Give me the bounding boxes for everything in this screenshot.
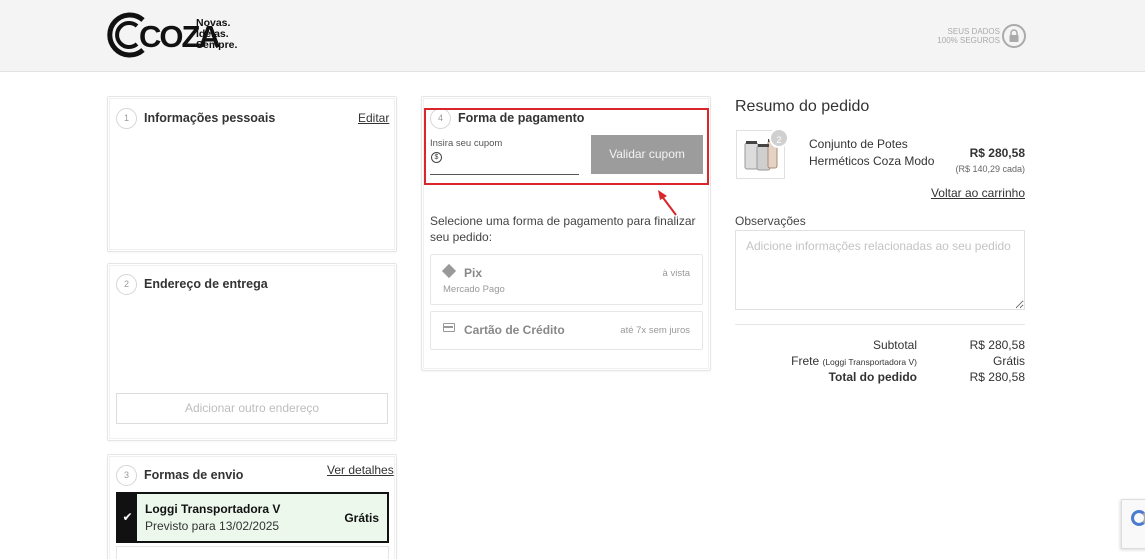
personal-info-title: Informações pessoais — [144, 111, 276, 125]
pix-icon — [441, 263, 457, 279]
payment-option-name: Pix — [464, 266, 483, 280]
lock-icon — [1002, 24, 1026, 48]
step-number-2: 2 — [116, 274, 137, 295]
payment-option-provider: Mercado Pago — [443, 284, 505, 295]
payment-option-credit-card[interactable]: Cartão de Crédito até 7x sem juros — [430, 311, 703, 350]
observations-label: Observações — [735, 214, 806, 228]
edit-personal-info-link[interactable]: Editar — [358, 111, 389, 125]
payment-option-pix[interactable]: Pix Mercado Pago à vista — [430, 254, 703, 305]
recaptcha-badge[interactable] — [1121, 499, 1145, 549]
payment-instructions: Selecione uma forma de pagamento para fi… — [430, 214, 696, 244]
product-unit-price: (R$ 140,29 cada) — [955, 164, 1025, 174]
shipping-option-loggi[interactable]: ✔ Loggi Transportadora V Previsto para 1… — [116, 492, 389, 543]
payment-option-note: à vista — [662, 268, 690, 279]
shipping-details-link[interactable]: Ver detalhes — [327, 463, 394, 477]
step-number-1: 1 — [116, 108, 137, 129]
subtotal-value: R$ 280,58 — [969, 338, 1025, 352]
shipping-option-next[interactable] — [116, 546, 389, 559]
site-header: COZA Novas. Ideias. Sempre. SEUS DADOS 1… — [0, 0, 1145, 72]
subtotal-label: Subtotal — [872, 338, 917, 352]
back-to-cart-link[interactable]: Voltar ao carrinho — [931, 186, 1025, 200]
coupon-highlight-box — [424, 108, 709, 185]
product-name: Conjunto de Potes Herméticos Coza Modo — [809, 137, 935, 168]
totals-divider — [735, 324, 1025, 325]
shipping-option-estimate: Previsto para 13/02/2025 — [145, 519, 280, 533]
credit-card-icon — [443, 323, 455, 332]
shipping-carrier: (Loggi Transportadora V) — [822, 357, 918, 367]
shipping-option-price: Grátis — [344, 511, 379, 525]
payment-option-name: Cartão de Crédito — [464, 323, 565, 337]
shipping-option-name: Loggi Transportadora V — [145, 502, 281, 516]
observations-textarea[interactable] — [735, 230, 1025, 310]
shipping-cost-label: Frete (Loggi Transportadora V) — [791, 354, 917, 368]
order-total-value: R$ 280,58 — [969, 370, 1025, 384]
payment-option-note: até 7x sem juros — [620, 325, 690, 336]
secure-badge: SEUS DADOS 100% SEGUROS — [930, 24, 1030, 52]
secure-text: SEUS DADOS 100% SEGUROS — [937, 27, 1000, 45]
shipping-methods-title: Formas de envio — [144, 468, 244, 482]
add-address-button[interactable]: Adicionar outro endereço — [116, 393, 388, 424]
check-icon: ✔ — [118, 494, 137, 541]
shipping-cost-value: Grátis — [992, 354, 1025, 368]
order-summary-title: Resumo do pedido — [735, 98, 870, 115]
product-quantity-badge: 2 — [769, 128, 789, 148]
coza-logo[interactable]: COZA Novas. Ideias. Sempre. — [107, 10, 247, 62]
order-total-label: Total do pedido — [828, 370, 917, 384]
brand-tagline: Novas. Ideias. Sempre. — [196, 17, 238, 51]
delivery-address-title: Endereço de entrega — [144, 277, 268, 291]
recaptcha-icon — [1131, 510, 1145, 526]
product-price: R$ 280,58 — [969, 146, 1025, 160]
step-number-3: 3 — [116, 465, 137, 486]
